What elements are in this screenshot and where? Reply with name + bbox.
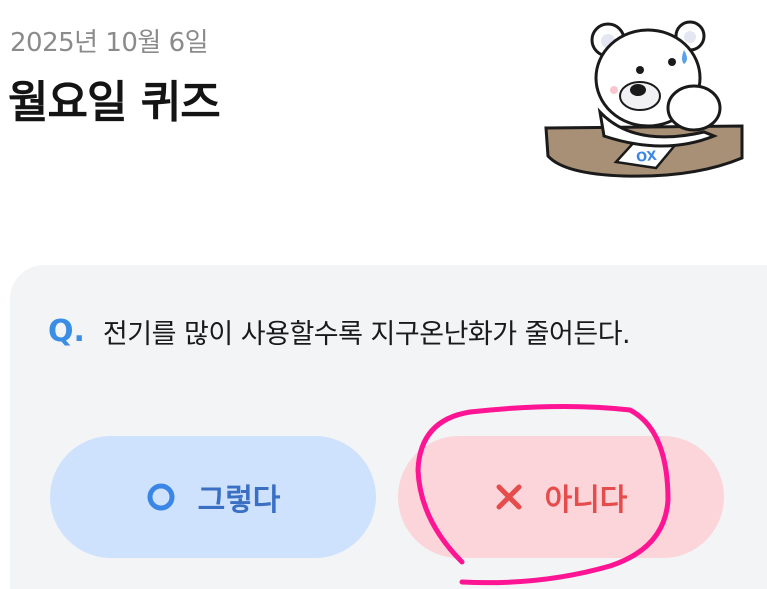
mascot-card-text: OX xyxy=(635,149,657,166)
question-text: 전기를 많이 사용할수록 지구온난화가 줄어든다. xyxy=(102,319,631,350)
answer-yes-button[interactable]: 그렇다 xyxy=(50,436,376,558)
quiz-question: Q. 전기를 많이 사용할수록 지구온난화가 줄어든다. xyxy=(48,312,631,351)
question-mark-label: Q. xyxy=(48,314,85,349)
circle-o-icon xyxy=(146,482,176,512)
x-icon xyxy=(495,483,523,511)
page-title: 월요일 퀴즈 xyxy=(8,77,221,128)
polar-bear-mascot-icon: OX xyxy=(544,20,744,178)
quiz-date: 2025년 10월 6일 xyxy=(10,28,209,58)
answer-no-label: 아니다 xyxy=(544,483,628,518)
answer-no-button[interactable]: 아니다 xyxy=(398,436,724,558)
answer-yes-label: 그렇다 xyxy=(197,483,281,518)
